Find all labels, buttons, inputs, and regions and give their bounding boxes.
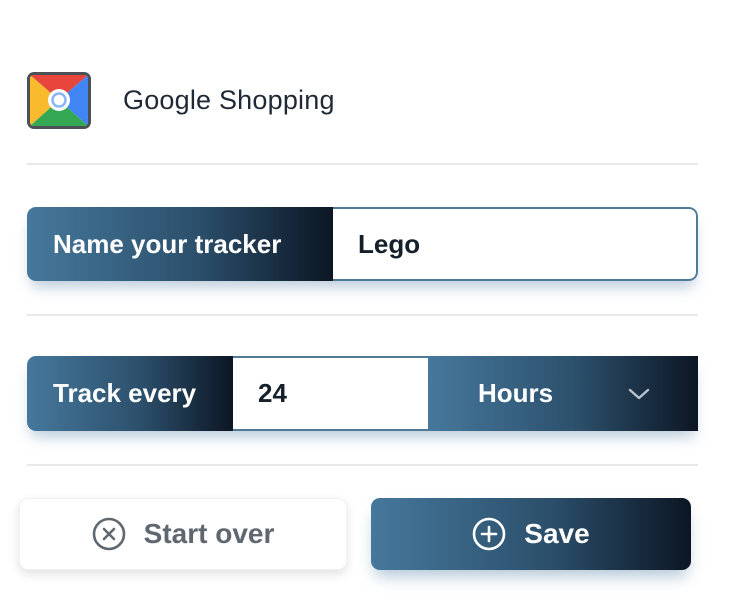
header: Google Shopping xyxy=(27,71,335,129)
unit-select-value: Hours xyxy=(478,378,554,408)
plus-circle-icon xyxy=(472,517,506,551)
track-frequency-row: Track every 24 Hours xyxy=(27,356,698,431)
tracker-name-input[interactable]: Lego xyxy=(333,207,698,281)
app-title: Google Shopping xyxy=(123,84,335,115)
frequency-input[interactable]: 24 xyxy=(233,356,428,431)
divider xyxy=(27,314,698,316)
divider xyxy=(27,464,698,466)
start-over-button[interactable]: Start over xyxy=(19,498,347,570)
start-over-label: Start over xyxy=(143,518,275,549)
save-label: Save xyxy=(524,518,590,549)
tracker-name-label: Name your tracker xyxy=(27,207,333,281)
track-every-label: Track every xyxy=(27,356,233,431)
chevron-down-icon xyxy=(628,387,650,401)
save-button[interactable]: Save xyxy=(371,498,691,570)
unit-select[interactable]: Hours xyxy=(428,356,698,431)
google-shopping-logo-icon xyxy=(27,71,91,129)
tracker-name-row: Name your tracker Lego xyxy=(27,207,698,281)
close-circle-icon xyxy=(92,517,126,551)
divider xyxy=(27,163,698,165)
